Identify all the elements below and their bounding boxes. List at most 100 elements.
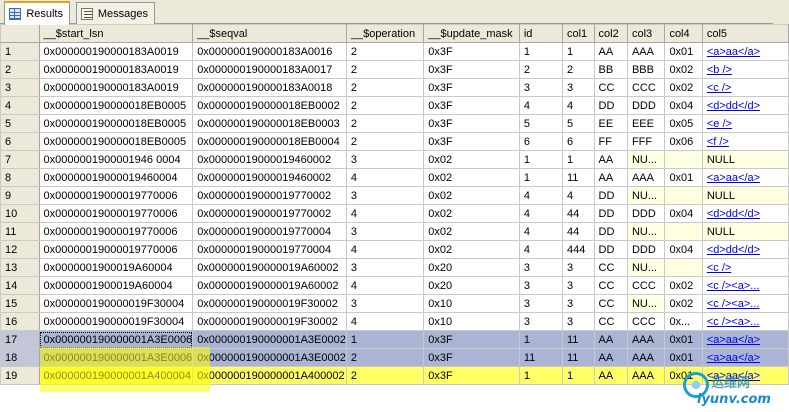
grid-cell[interactable]: NULL	[701, 186, 789, 205]
grid-cell[interactable]: 4	[345, 312, 425, 331]
grid-cell[interactable]: 0x000000190000183A0017	[192, 60, 347, 79]
grid-cell[interactable]: 0x02	[423, 222, 520, 241]
table-row[interactable]: 3 0x000000190000183A0019 0x000000190000183…	[0, 78, 789, 97]
table-row[interactable]: 17 0x000000190000001A3E0006 0x000000190000…	[0, 330, 789, 349]
grid-cell[interactable]: NU...	[626, 222, 666, 241]
grid-cell[interactable]: FF	[593, 132, 628, 151]
grid-cell[interactable]: 3	[561, 258, 595, 277]
grid-cell[interactable]: 0x000000190000183A0016	[192, 42, 347, 61]
xml-link-cell[interactable]: <a>aa</a>	[701, 348, 789, 367]
grid-cell[interactable]: 3	[518, 78, 563, 97]
grid-cell[interactable]: 0x000000190000018EB0005	[38, 132, 194, 151]
grid-cell[interactable]: 0x00000019000019770006	[38, 186, 194, 205]
grid-cell[interactable]: 0x02	[664, 276, 703, 295]
grid-cell[interactable]: 0x00000019000019460004	[38, 168, 194, 187]
grid-cell[interactable]: NU...	[626, 150, 666, 169]
grid-cell[interactable]: DD	[593, 96, 628, 115]
grid-cell[interactable]: 2	[345, 132, 425, 151]
grid-cell[interactable]: 0x000000190000183A0019	[38, 60, 194, 79]
table-row[interactable]: 4 0x000000190000018EB0005 0x00000019000001…	[0, 96, 789, 115]
grid-cell[interactable]: 0x000000190000001A3E0006	[38, 330, 194, 349]
grid-cell[interactable]: 0x3F	[423, 348, 520, 367]
grid-cell[interactable]: 0x01	[664, 330, 703, 349]
grid-cell[interactable]: 0x000000190000018EB0002	[192, 96, 347, 115]
table-row[interactable]: 15 0x000000190000019F30004 0x0000001900000…	[0, 294, 789, 313]
grid-cell[interactable]: 0x000000190000019F30004	[38, 312, 194, 331]
table-row[interactable]: 16 0x000000190000019F30004 0x0000001900000…	[0, 312, 789, 331]
xml-link-cell[interactable]: <f />	[701, 132, 789, 151]
grid-cell[interactable]: 0x00000019000019770006	[38, 204, 194, 223]
xml-link[interactable]: <d>dd</d>	[707, 100, 760, 112]
grid-cell[interactable]: CC	[593, 312, 628, 331]
row-number[interactable]: 11	[0, 222, 40, 241]
grid-cell[interactable]: 0x000000190000019F30004	[38, 294, 194, 313]
grid-cell[interactable]: CC	[593, 294, 628, 313]
row-number[interactable]: 16	[0, 312, 40, 331]
column-header[interactable]: __$start_lsn	[38, 24, 194, 43]
row-number[interactable]: 2	[0, 60, 40, 79]
grid-cell[interactable]: 0x000000190000183A0019	[38, 78, 194, 97]
grid-cell[interactable]: DD	[593, 204, 628, 223]
grid-cell[interactable]: BB	[593, 60, 628, 79]
grid-cell[interactable]: 0x20	[423, 276, 520, 295]
grid-cell[interactable]: 0x000000190000018EB0005	[38, 114, 194, 133]
row-number[interactable]: 17	[0, 330, 40, 349]
grid-cell[interactable]: 0x01	[664, 42, 703, 61]
grid-cell[interactable]: 4	[561, 186, 595, 205]
grid-cell[interactable]: 0x000000190000019A60002	[192, 258, 347, 277]
xml-link-cell[interactable]: <d>dd</d>	[701, 96, 789, 115]
grid-cell[interactable]: 0x000000190000001A3E0002	[192, 330, 347, 349]
grid-cell[interactable]: 5	[561, 114, 595, 133]
grid-cell[interactable]: 1	[561, 366, 595, 385]
grid-cell[interactable]: 4	[345, 204, 425, 223]
column-header[interactable]: __$operation	[345, 24, 425, 43]
grid-cell[interactable]: 5	[518, 114, 563, 133]
grid-cell[interactable]: 0x000000190000019F30002	[192, 312, 347, 331]
grid-cell[interactable]: 4	[518, 240, 563, 259]
row-number[interactable]: 1	[0, 42, 40, 61]
grid-cell[interactable]: 3	[345, 186, 425, 205]
row-number[interactable]: 6	[0, 132, 40, 151]
column-header[interactable]: col2	[593, 24, 628, 43]
tab-results[interactable]: Results	[4, 1, 70, 25]
grid-cell[interactable]: 0x000000190000001A400004	[38, 366, 194, 385]
xml-link-cell[interactable]: <d>dd</d>	[701, 204, 789, 223]
grid-cell[interactable]: BBB	[626, 60, 666, 79]
xml-link[interactable]: <c /><a>...	[707, 298, 760, 310]
grid-cell[interactable]: 0x000000190000019A60002	[192, 276, 347, 295]
table-row[interactable]: 1 0x000000190000183A0019 0x000000190000183…	[0, 42, 789, 61]
xml-link[interactable]: <d>dd</d>	[707, 208, 760, 220]
table-row[interactable]: 7 0x0000001900001946 0004 0x00000019000019…	[0, 150, 789, 169]
row-number[interactable]: 14	[0, 276, 40, 295]
grid-cell[interactable]: 0x00000019000019460002	[192, 150, 347, 169]
grid-cell[interactable]: 2	[345, 42, 425, 61]
grid-cell[interactable]: 3	[561, 276, 595, 295]
grid-cell[interactable]: CCC	[626, 276, 666, 295]
grid-cell[interactable]: DDD	[626, 240, 666, 259]
table-row[interactable]: 19 0x000000190000001A400004 0x000000190000…	[0, 366, 789, 385]
grid-cell[interactable]: 0x02	[664, 78, 703, 97]
grid-cell[interactable]: 3	[345, 222, 425, 241]
table-row[interactable]: 2 0x000000190000183A0019 0x000000190000183…	[0, 60, 789, 79]
xml-link[interactable]: <b />	[707, 64, 732, 76]
grid-cell[interactable]: CC	[593, 258, 628, 277]
row-number[interactable]: 7	[0, 150, 40, 169]
grid-cell[interactable]: 2	[345, 96, 425, 115]
grid-cell[interactable]: 4	[345, 276, 425, 295]
grid-cell[interactable]: 2	[345, 60, 425, 79]
row-number[interactable]: 13	[0, 258, 40, 277]
grid-cell[interactable]: AAA	[626, 348, 666, 367]
xml-link-cell[interactable]: <c />	[701, 78, 789, 97]
grid-cell[interactable]: 0x04	[664, 204, 703, 223]
grid-cell[interactable]: 0x00000019000019770004	[192, 240, 347, 259]
grid-cell[interactable]: 0x00000019000019770002	[192, 204, 347, 223]
grid-cell[interactable]: 0x00000019000019460002	[192, 168, 347, 187]
column-header[interactable]: __$update_mask	[423, 24, 520, 43]
xml-link-cell[interactable]: <c /><a>...	[701, 312, 789, 331]
xml-link[interactable]: <c /><a>...	[707, 316, 760, 328]
grid-cell[interactable]: 2	[561, 60, 595, 79]
xml-link[interactable]: <e />	[707, 118, 732, 130]
row-number[interactable]: 4	[0, 96, 40, 115]
grid-cell[interactable]: 1	[518, 42, 563, 61]
corner-cell[interactable]	[0, 24, 40, 43]
